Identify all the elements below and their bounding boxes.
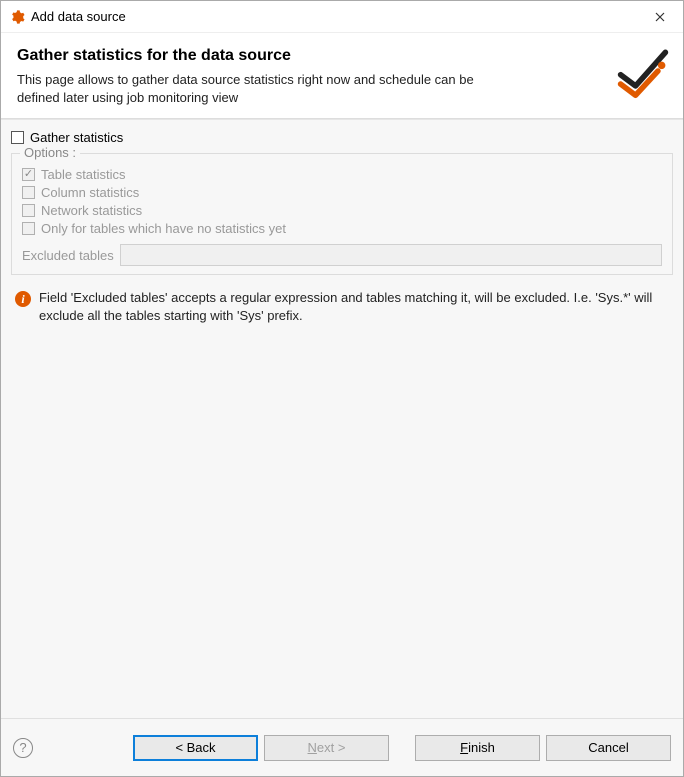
wizard-footer: ? < Back Next > Finish Cancel: [1, 718, 683, 776]
checkbox-icon: [22, 204, 35, 217]
page-description: This page allows to gather data source s…: [17, 71, 477, 106]
network-statistics-label: Network statistics: [41, 203, 142, 218]
excluded-tables-input[interactable]: [120, 244, 662, 266]
wizard-header: Gather statistics for the data source Th…: [1, 33, 683, 119]
page-heading: Gather statistics for the data source: [17, 47, 667, 65]
only-no-stats-checkbox[interactable]: Only for tables which have no statistics…: [22, 221, 662, 236]
back-button-label: < Back: [175, 740, 215, 755]
next-button[interactable]: Next >: [264, 735, 389, 761]
info-text: Field 'Excluded tables' accepts a regula…: [39, 289, 669, 325]
only-no-stats-label: Only for tables which have no statistics…: [41, 221, 286, 236]
checkbox-icon: [22, 186, 35, 199]
network-statistics-checkbox[interactable]: Network statistics: [22, 203, 662, 218]
info-icon: i: [15, 291, 31, 307]
table-statistics-checkbox[interactable]: ✓ Table statistics: [22, 167, 662, 182]
close-button[interactable]: [637, 1, 683, 32]
checkbox-icon: [11, 131, 24, 144]
cancel-button[interactable]: Cancel: [546, 735, 671, 761]
help-button[interactable]: ?: [13, 738, 33, 758]
dialog-window: Add data source Gather statistics for th…: [0, 0, 684, 777]
cancel-button-label: Cancel: [588, 740, 628, 755]
excluded-tables-row: Excluded tables: [22, 244, 662, 266]
gather-statistics-label: Gather statistics: [30, 130, 123, 145]
excluded-tables-label: Excluded tables: [22, 248, 114, 263]
table-statistics-label: Table statistics: [41, 167, 126, 182]
info-message: i Field 'Excluded tables' accepts a regu…: [11, 289, 673, 325]
title-bar: Add data source: [1, 1, 683, 33]
back-button[interactable]: < Back: [133, 735, 258, 761]
gear-icon: [9, 9, 25, 25]
window-title: Add data source: [31, 9, 637, 24]
checkbox-icon: [22, 222, 35, 235]
wizard-body: Gather statistics Options : ✓ Table stat…: [1, 119, 683, 718]
product-logo-icon: [615, 43, 671, 99]
column-statistics-checkbox[interactable]: Column statistics: [22, 185, 662, 200]
options-legend: Options :: [20, 145, 80, 160]
gather-statistics-checkbox[interactable]: Gather statistics: [11, 130, 673, 145]
finish-button[interactable]: Finish: [415, 735, 540, 761]
checkbox-icon: ✓: [22, 168, 35, 181]
column-statistics-label: Column statistics: [41, 185, 139, 200]
options-group: Options : ✓ Table statistics Column stat…: [11, 153, 673, 275]
